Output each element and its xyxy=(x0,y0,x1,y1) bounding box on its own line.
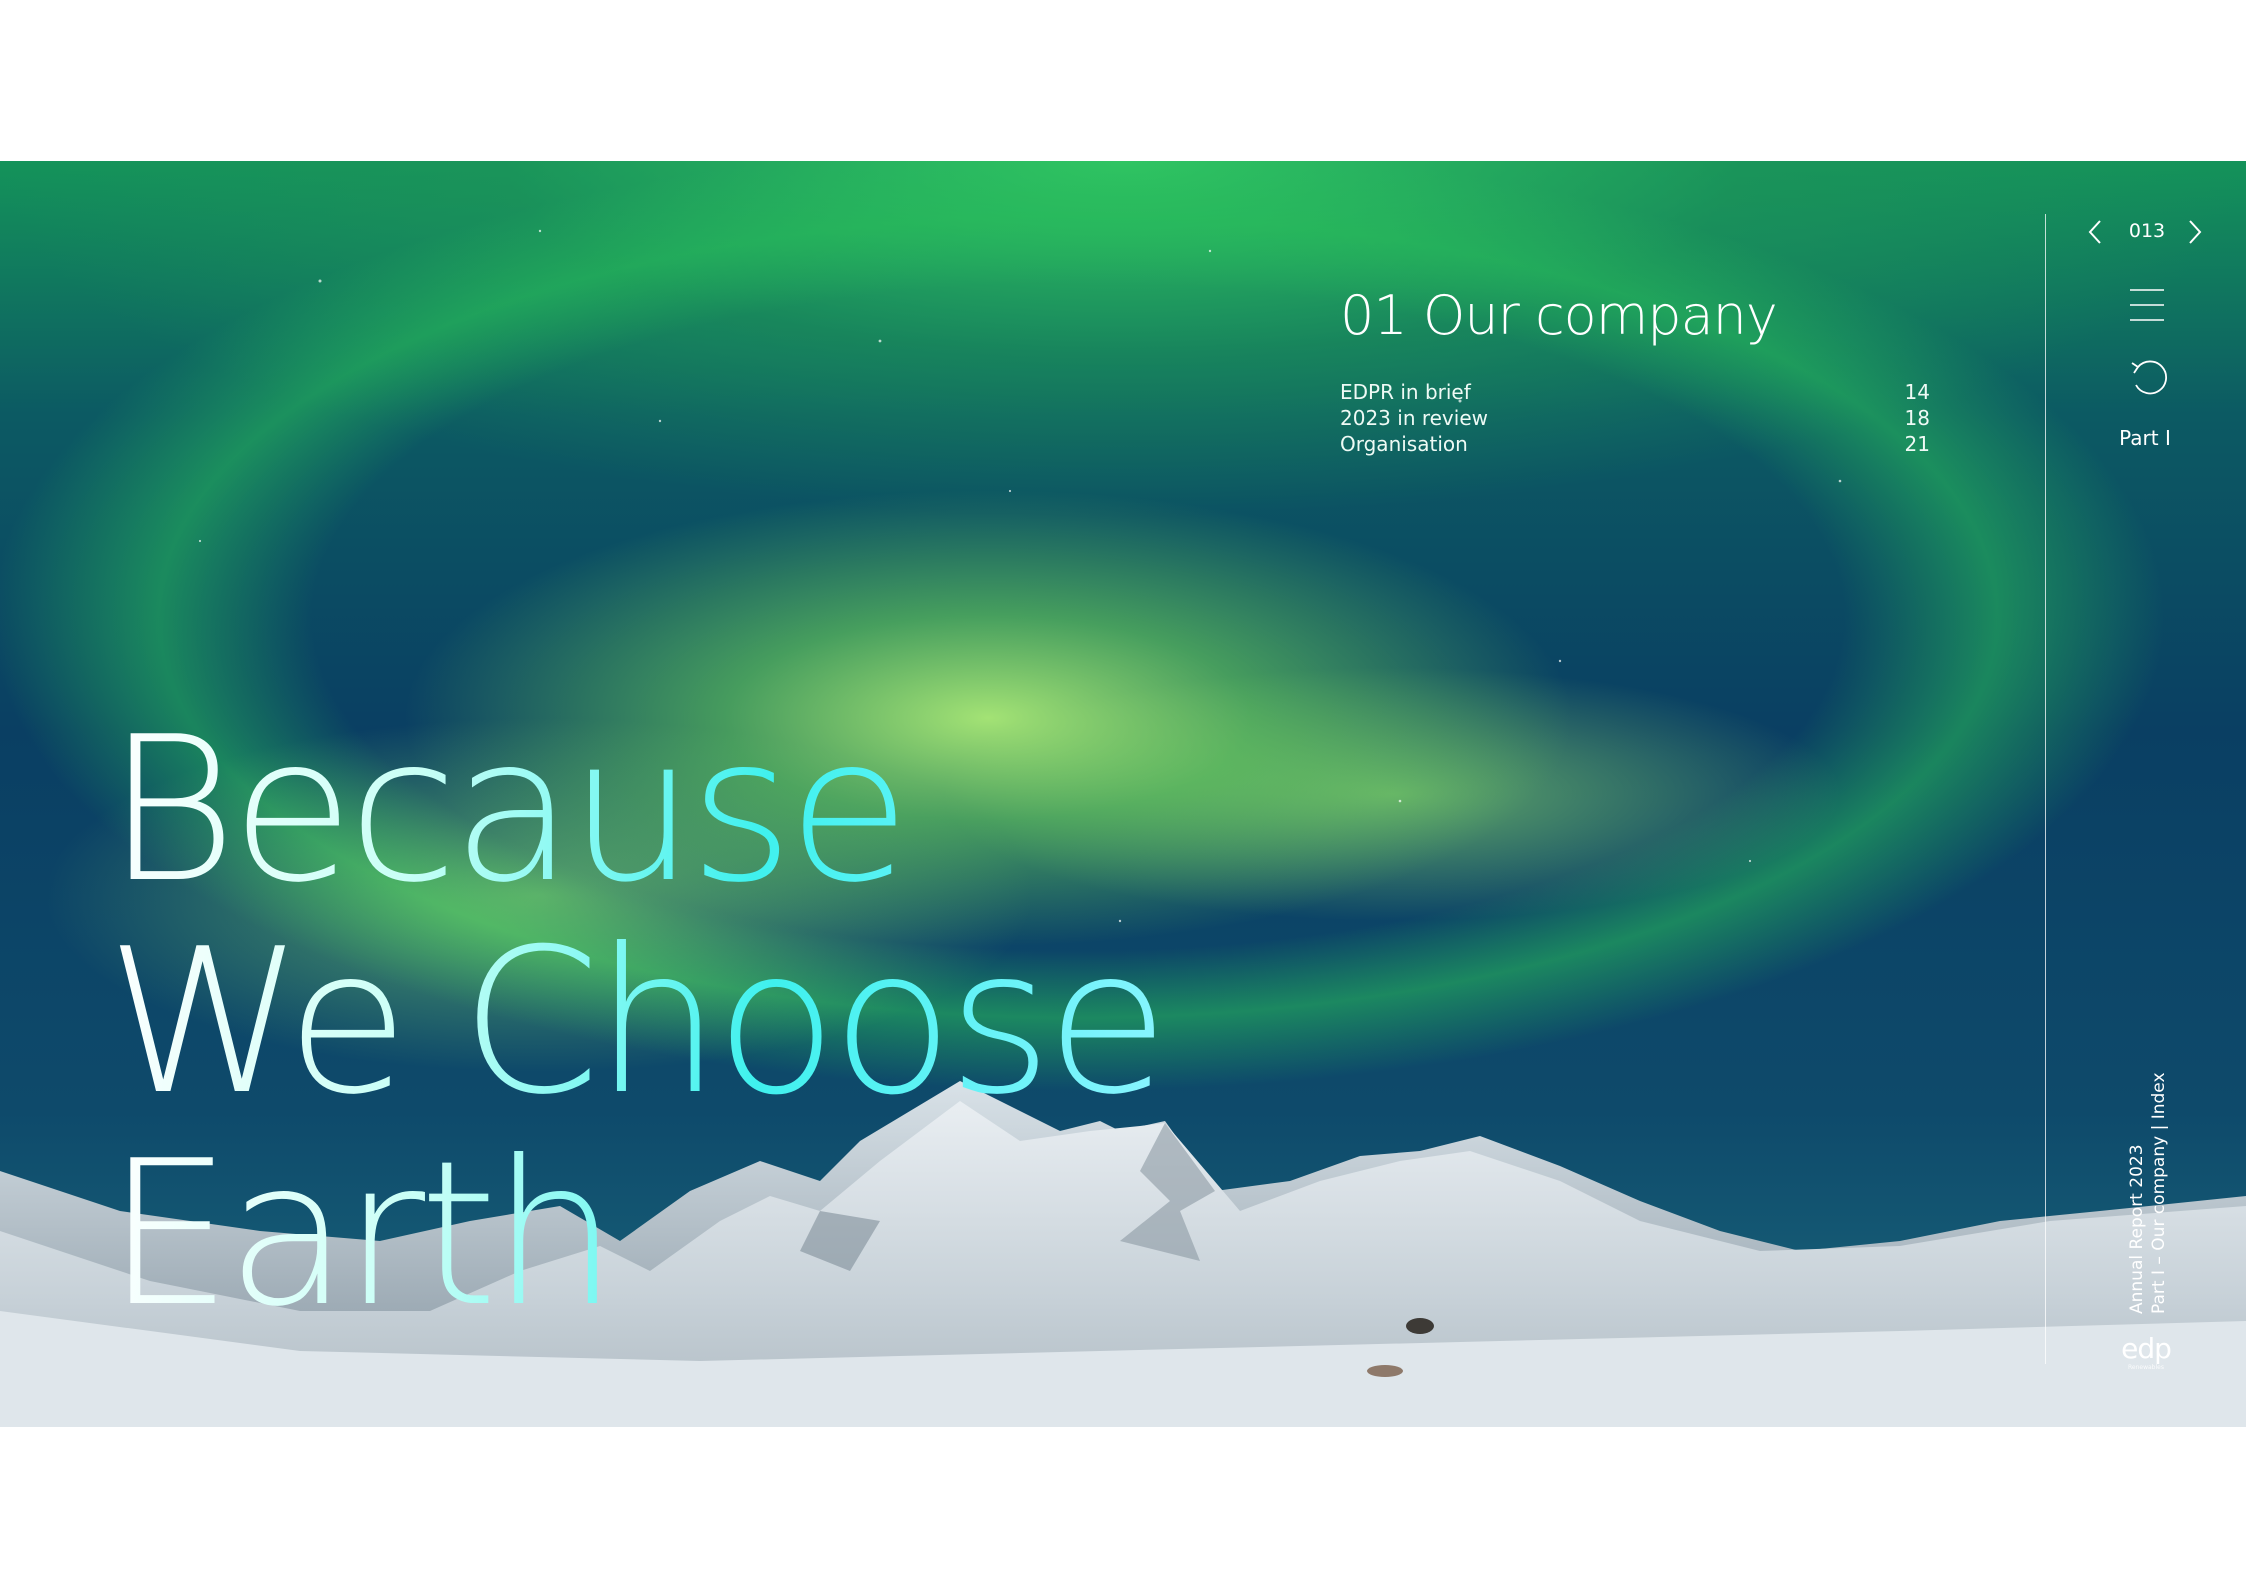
chevron-left-icon[interactable] xyxy=(2085,218,2105,246)
undo-icon[interactable] xyxy=(2128,358,2168,398)
toc-item-label: Organisation xyxy=(1340,432,1468,457)
report-title: Annual Report 2023 xyxy=(2127,1144,2147,1314)
headline-line-3: Earth xyxy=(106,1129,1163,1341)
edp-logo: edp Renewables xyxy=(2116,1334,2176,1378)
hamburger-menu-icon[interactable] xyxy=(2128,287,2166,323)
table-of-contents: 01 Our company EDPR in brief 14 2023 in … xyxy=(1340,286,1930,457)
toc-item-organisation[interactable]: Organisation 21 xyxy=(1340,431,1930,457)
toc-item-edpr-in-brief[interactable]: EDPR in brief 14 xyxy=(1340,379,1930,405)
logo-mark: edp xyxy=(2121,1332,2172,1365)
report-page: 01 Our company EDPR in brief 14 2023 in … xyxy=(0,0,2246,1588)
logo-subtext: Renewables xyxy=(2128,1364,2164,1371)
toc-item-page: 18 xyxy=(1904,406,1930,431)
toc-item-label: EDPR in brief xyxy=(1340,380,1471,405)
hero-headline: Because We Choose Earth xyxy=(106,705,1169,1341)
toc-item-label: 2023 in review xyxy=(1340,406,1488,431)
part-label[interactable]: Part I xyxy=(2110,426,2180,450)
breadcrumb[interactable]: Part I – Our company | Index xyxy=(2148,1072,2170,1314)
toc-item-page: 21 xyxy=(1904,432,1930,457)
page-number: 013 xyxy=(2128,220,2166,242)
sidebar-divider xyxy=(2045,214,2046,1364)
headline-line-1: Because xyxy=(106,705,1163,917)
toc-item-2023-in-review[interactable]: 2023 in review 18 xyxy=(1340,405,1930,431)
page-navigation: 013 xyxy=(2085,212,2210,252)
report-footer-vertical: Annual Report 2023 Part I – Our company … xyxy=(2126,1072,2170,1314)
toc-item-page: 14 xyxy=(1904,380,1930,405)
headline-line-2: We Choose xyxy=(106,906,1169,1139)
section-title: 01 Our company xyxy=(1340,284,1778,347)
chevron-right-icon[interactable] xyxy=(2185,218,2205,246)
